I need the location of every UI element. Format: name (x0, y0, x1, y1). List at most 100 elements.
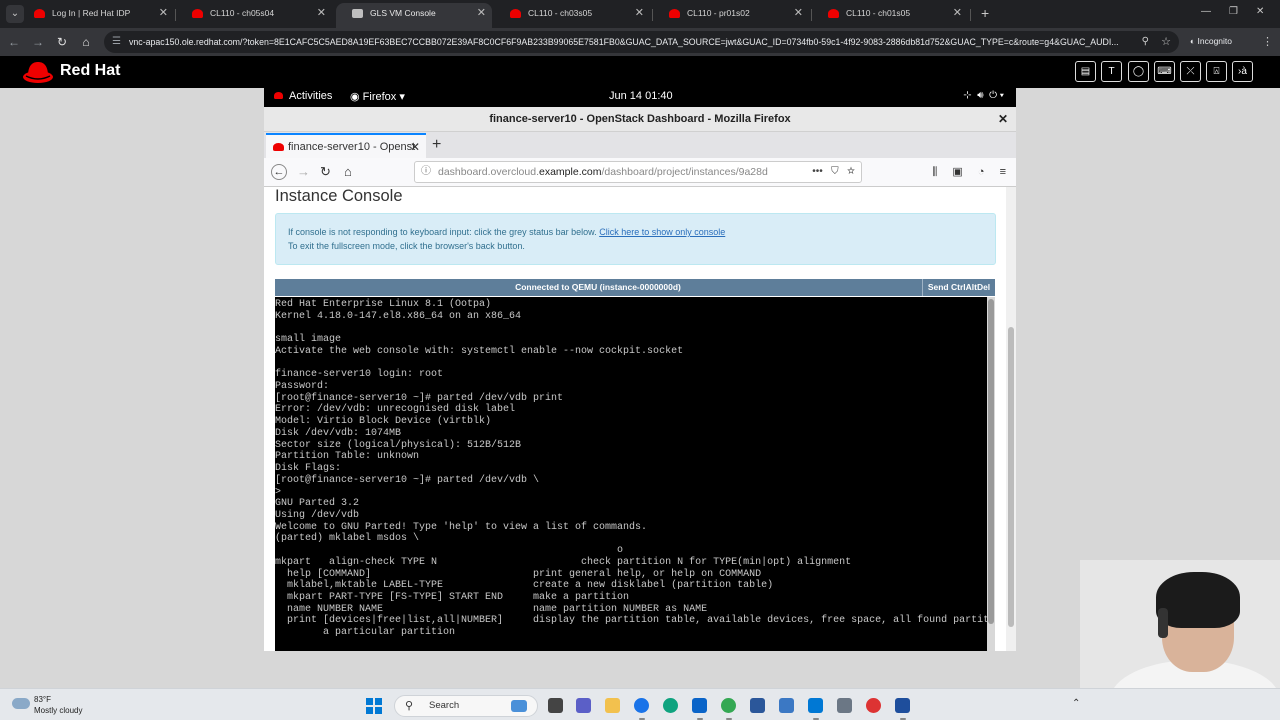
vscode-icon[interactable] (808, 698, 823, 713)
site-info-icon[interactable]: ☰ (112, 31, 121, 53)
word-icon[interactable] (750, 698, 765, 713)
search-highlight-icon (511, 700, 527, 712)
recorder-icon[interactable] (866, 698, 881, 713)
app-menu-label: Firefox (362, 91, 397, 103)
console-status-bar[interactable]: Connected to QEMU (instance-0000000d) Se… (275, 279, 995, 296)
tab-separator (652, 9, 653, 21)
chrome-profile-icon[interactable] (721, 698, 736, 713)
page-scrollbar[interactable] (1006, 187, 1016, 651)
home-icon[interactable]: ⌂ (78, 33, 94, 51)
info-text: To exit the fullscreen mode, click the b… (288, 241, 525, 251)
pocket-icon[interactable]: ⛉ (831, 166, 839, 177)
browser-tab-login[interactable]: Log In | Red Hat IDP ✕ (18, 3, 174, 28)
chevron-down-icon: ▾ (396, 91, 405, 103)
firefox-url-bar[interactable]: ⓘ dashboard.overcloud.example.com/dashbo… (414, 161, 862, 183)
document-icon[interactable]: ▤ (1075, 61, 1096, 82)
console-info-alert: If console is not responding to keyboard… (275, 213, 996, 265)
scrollbar-thumb[interactable] (1008, 327, 1014, 627)
home-icon[interactable]: ⌂ (344, 164, 352, 180)
browser-tab-label: CL110 - ch03s05 (528, 8, 593, 18)
windows-start-icon[interactable] (366, 698, 382, 714)
window-title: finance-server10 - OpenStack Dashboard -… (489, 113, 791, 125)
remote-desktop-icon[interactable] (895, 698, 910, 713)
bookmark-star-icon[interactable]: ☆ (1161, 31, 1171, 53)
new-tab-button[interactable]: + (981, 4, 995, 22)
activities-button[interactable]: Activities (274, 90, 332, 102)
firefox-tab-finance-server10[interactable]: finance-server10 - Openst ✕ (266, 133, 426, 158)
app-menu[interactable]: ◉ Firefox ▾ (350, 90, 405, 103)
site-info-icon[interactable]: ⓘ (421, 162, 431, 182)
close-tab-icon[interactable]: ✕ (635, 3, 644, 24)
close-tab-icon[interactable]: ✕ (317, 3, 326, 24)
address-bar[interactable]: ☰ vnc-apac150.ole.redhat.com/?token=8E1C… (104, 31, 1179, 53)
forward-icon[interactable]: → (30, 33, 46, 51)
close-tab-icon[interactable]: ✕ (410, 135, 420, 158)
page-actions-icon[interactable]: ••• (812, 166, 823, 177)
refresh-icon[interactable]: ◯ (1128, 61, 1149, 82)
browser-tab-ch03s05[interactable]: CL110 - ch03s05 ✕ (494, 3, 650, 28)
gnome-clock[interactable]: Jun 14 01:40 (609, 90, 673, 102)
browser-menu-icon[interactable]: ⋮ (1262, 35, 1273, 48)
presenter-hair (1156, 572, 1240, 628)
chrome-icon[interactable] (634, 698, 649, 713)
notepad-icon[interactable] (779, 698, 794, 713)
browser-tab-gls-vm-console[interactable]: GLS VM Console ✕ (336, 3, 492, 28)
minimize-icon[interactable]: — (1201, 6, 1211, 17)
reload-icon[interactable]: ↻ (320, 164, 331, 180)
close-tab-icon[interactable]: ✕ (477, 3, 486, 24)
zoom-icon[interactable]: ⚲ (1142, 31, 1149, 53)
tray-overflow-icon[interactable]: ⌃ (1072, 698, 1080, 709)
show-only-console-link[interactable]: Click here to show only console (599, 227, 725, 237)
forward-icon[interactable]: → (297, 164, 310, 180)
reload-icon[interactable]: ↻ (54, 33, 70, 51)
browser-tab-ch05s04[interactable]: CL110 - ch05s04 ✕ (176, 3, 332, 28)
file-explorer-icon[interactable] (605, 698, 620, 713)
vnc-console-terminal[interactable]: Red Hat Enterprise Linux 8.1 (Ootpa) Ker… (275, 297, 987, 651)
browser-tab-label: Log In | Red Hat IDP (52, 8, 131, 18)
library-icon[interactable]: ⫼ (932, 166, 937, 178)
system-tray[interactable]: ⊹ 🔊︎ ⏻ ▾ (963, 90, 1004, 101)
redhat-favicon-icon (192, 9, 203, 18)
incognito-badge[interactable]: ◐ Incognito (1190, 36, 1232, 46)
bookmark-star-icon[interactable]: ☆ (847, 166, 855, 177)
redhat-favicon-icon (669, 9, 680, 18)
task-view-icon[interactable] (548, 698, 563, 713)
hamburger-menu-icon[interactable]: ≡ (1000, 166, 1006, 178)
gnome-top-bar: Activities ◉ Firefox ▾ Jun 14 01:40 ⊹ 🔊︎… (264, 88, 1016, 107)
browser-tab-ch01s05[interactable]: CL110 - ch01s05 ✕ (812, 3, 968, 28)
console-connection-status[interactable]: Connected to QEMU (instance-0000000d) (275, 279, 921, 296)
keyboard-icon[interactable]: ⌨ (1154, 61, 1175, 82)
browser-tab-pr01s02[interactable]: CL110 - pr01s02 ✕ (653, 3, 809, 28)
back-icon[interactable]: ← (6, 33, 22, 51)
outlook-icon[interactable] (692, 698, 707, 713)
close-tab-icon[interactable]: ✕ (794, 3, 803, 24)
send-ctrl-alt-del-button[interactable]: Send CtrlAltDel (922, 279, 995, 296)
restore-icon[interactable]: ❐ (1229, 6, 1238, 17)
text-icon[interactable]: T (1101, 61, 1122, 82)
redhat-header: Red Hat ▤ T ◯ ⌨ ⤫ ⍓ ›à (0, 56, 1280, 88)
terminal-icon[interactable]: ›à (1232, 61, 1253, 82)
back-icon[interactable]: ← (271, 164, 287, 180)
new-tab-button[interactable]: + (432, 133, 441, 157)
firefox-title-bar: finance-server10 - OpenStack Dashboard -… (264, 107, 1016, 132)
browser-tab-label: GLS VM Console (370, 8, 436, 18)
edge-icon[interactable] (663, 698, 678, 713)
scrollbar-thumb[interactable] (988, 299, 994, 624)
account-icon[interactable]: ◔ (978, 166, 985, 178)
chevron-down-icon: ▾ (999, 90, 1004, 101)
firefox-window: finance-server10 - OpenStack Dashboard -… (264, 107, 1016, 651)
user-icon[interactable]: ⍓ (1206, 61, 1227, 82)
close-window-icon[interactable]: ✕ (998, 107, 1008, 132)
sidebar-icon[interactable]: ▣ (952, 166, 962, 178)
calculator-icon[interactable] (837, 698, 852, 713)
redhat-brand-name: Red Hat (60, 62, 121, 79)
redhat-favicon-icon (34, 9, 45, 18)
close-window-icon[interactable]: ✕ (1256, 6, 1264, 17)
close-tab-icon[interactable]: ✕ (159, 3, 168, 24)
close-tab-icon[interactable]: ✕ (953, 3, 962, 24)
redhat-favicon-icon (828, 9, 839, 18)
taskbar-search[interactable]: ⚲ Search (394, 695, 538, 717)
disconnect-icon[interactable]: ⤫ (1180, 61, 1201, 82)
teams-icon[interactable] (576, 698, 591, 713)
console-scrollbar[interactable] (987, 297, 995, 651)
